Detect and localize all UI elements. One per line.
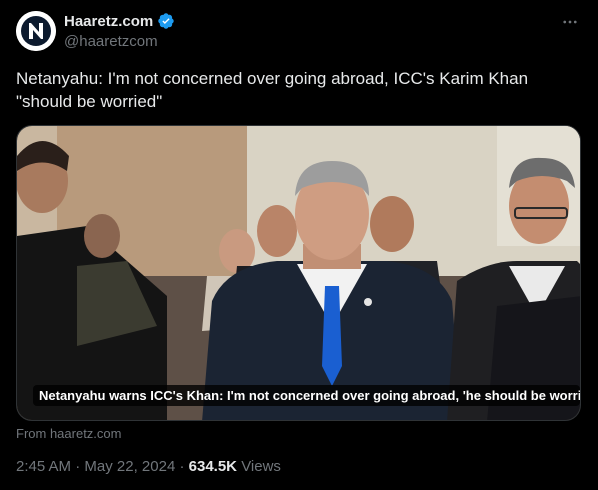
haaretz-logo-icon [16, 11, 56, 51]
tweet-text: Netanyahu: I'm not concerned over going … [16, 69, 529, 111]
link-card[interactable]: Netanyahu warns ICC's Khan: I'm not conc… [16, 125, 581, 421]
more-options-icon[interactable] [558, 10, 582, 34]
card-source[interactable]: From haaretz.com [16, 426, 121, 441]
tweet-date[interactable]: May 22, 2024 [84, 458, 175, 475]
avatar[interactable] [16, 11, 56, 51]
meta-separator: · [75, 458, 81, 475]
article-photo [17, 126, 580, 420]
views-label: Views [241, 458, 281, 475]
verified-badge-icon [157, 12, 175, 30]
tweet-time[interactable]: 2:45 AM [16, 458, 71, 475]
card-caption: Netanyahu warns ICC's Khan: I'm not conc… [33, 385, 580, 406]
views-count: 634.5K [188, 458, 238, 475]
handle[interactable]: @haaretzcom [64, 33, 158, 50]
meta-separator: · [179, 458, 185, 475]
tweet-meta: 2:45 AM · May 22, 2024 · 634.5K Views [16, 458, 281, 475]
display-name[interactable]: Haaretz.com [64, 13, 153, 30]
